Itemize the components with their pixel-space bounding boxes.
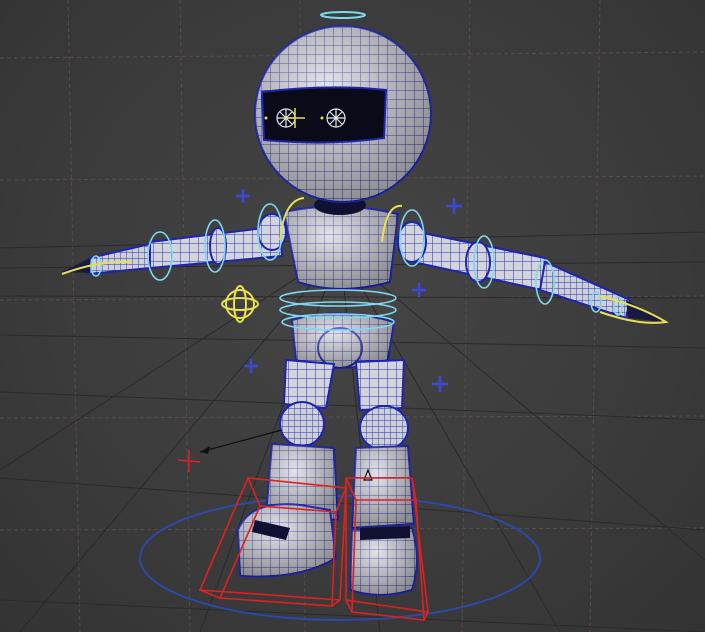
head[interactable] bbox=[254, 25, 432, 203]
perspective-viewport[interactable] bbox=[0, 0, 705, 632]
right-foot[interactable] bbox=[348, 526, 418, 596]
left-leg[interactable] bbox=[264, 358, 340, 522]
right-arm[interactable] bbox=[397, 221, 665, 322]
visor bbox=[260, 86, 388, 144]
left-foot[interactable] bbox=[236, 503, 338, 578]
torso[interactable] bbox=[282, 195, 400, 290]
right-leg[interactable] bbox=[350, 358, 416, 530]
cog-control-icon[interactable] bbox=[225, 289, 255, 319]
pelvis[interactable] bbox=[290, 312, 396, 369]
root-control-icon[interactable] bbox=[139, 495, 541, 621]
head-control-icon[interactable] bbox=[320, 11, 366, 19]
